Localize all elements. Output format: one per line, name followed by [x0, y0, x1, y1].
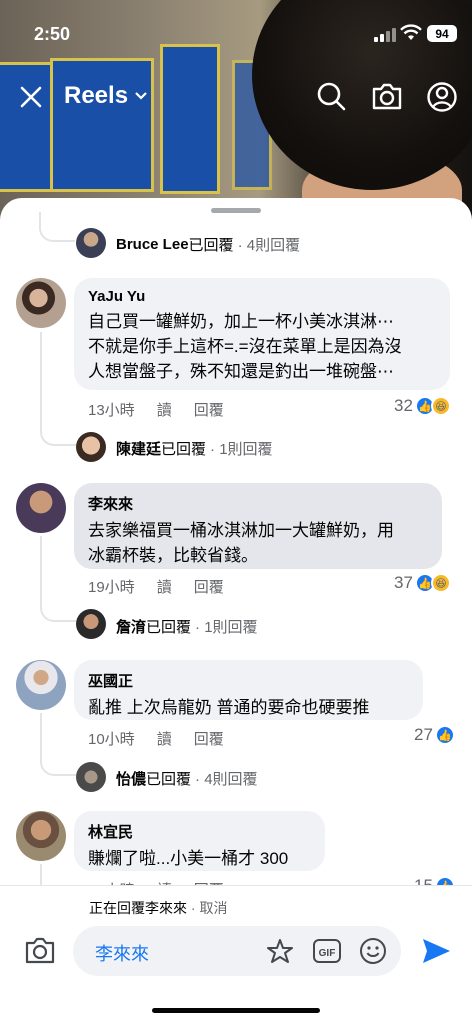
reply-action: 已回覆 — [161, 441, 207, 458]
reels-header: Reels — [0, 76, 472, 118]
battery-indicator: 94 — [427, 25, 457, 42]
status-bar: 2:50 94 — [0, 0, 472, 60]
avatar[interactable] — [76, 228, 106, 258]
reaction-count[interactable]: 37 👍 😆 — [394, 573, 451, 593]
comment-meta: 10小時 讀 回覆 — [88, 728, 224, 749]
reply-button[interactable]: 回覆 — [194, 399, 224, 420]
chevron-down-icon — [135, 92, 147, 100]
camera-icon[interactable] — [24, 936, 56, 966]
reply-action: 已回覆 — [146, 771, 192, 788]
reply-action: 已回覆 — [146, 619, 192, 636]
sheet-drag-handle[interactable] — [211, 208, 261, 213]
cancel-reply-button[interactable]: · 取消 — [191, 900, 228, 916]
reply-composer: 正在回覆李來來 · 取消 李來來 GIF — [0, 885, 472, 1024]
like-icon: 👍 — [434, 725, 455, 745]
comment-text: 賺爛了啦...小美一桶才 300 — [88, 846, 311, 871]
haha-icon: 😆 — [430, 573, 451, 593]
reaction-number: 32 — [394, 396, 413, 415]
read-button[interactable]: 讀 — [157, 399, 172, 420]
comment-meta: 19小時 讀 回覆 — [88, 576, 224, 597]
reply-count: · 1則回覆 — [195, 619, 258, 636]
status-time: 2:50 — [34, 24, 71, 44]
replying-indicator: 正在回覆李來來 · 取消 — [89, 898, 227, 918]
avatar[interactable] — [16, 660, 66, 710]
reaction-number: 27 — [414, 725, 433, 744]
comment-text: 亂推 上次烏龍奶 普通的要命也硬要推 — [88, 695, 409, 720]
thread-connector — [39, 212, 75, 242]
reels-title-dropdown[interactable]: Reels — [64, 82, 148, 110]
page-title: Reels — [64, 82, 129, 109]
reaction-number: 37 — [394, 573, 413, 592]
reply-count: · 1則回覆 — [210, 441, 273, 458]
reply-count: · 4則回覆 — [195, 771, 258, 788]
comment-bubble[interactable]: 林宜民 賺爛了啦...小美一桶才 300 — [74, 811, 325, 871]
comment-line: 不就是你手上這杯=.=沒在菜單上是因為沒 — [88, 337, 402, 356]
thread-line — [40, 536, 42, 596]
signal-icon — [374, 28, 396, 42]
send-icon[interactable] — [420, 936, 452, 966]
thread-connector — [40, 748, 76, 776]
reply-count: · 4則回覆 — [237, 237, 301, 254]
read-button[interactable]: 讀 — [157, 728, 172, 749]
comment-line: 亂推 上次烏龍奶 普通的要命也硬要推 — [88, 698, 370, 717]
avatar[interactable] — [16, 278, 66, 328]
read-button[interactable]: 讀 — [157, 576, 172, 597]
reply-action: 已回覆 — [188, 237, 234, 254]
comment-line: 賺爛了啦...小美一桶才 300 — [88, 849, 289, 868]
view-replies-link[interactable]: 怡儂 已回覆 · 4則回覆 — [116, 768, 258, 789]
avatar[interactable] — [76, 432, 106, 462]
comment-input[interactable]: 李來來 GIF — [73, 926, 401, 976]
wifi-icon — [400, 24, 422, 40]
replying-to-label: 正在回覆李來來 — [89, 900, 187, 916]
reply-author: Bruce Lee — [116, 236, 189, 253]
comment-time: 10小時 — [88, 731, 135, 748]
view-replies-link[interactable]: Bruce Lee 已回覆 · 4則回覆 — [116, 234, 300, 255]
reaction-count[interactable]: 27 👍 — [414, 725, 455, 745]
comment-author[interactable]: 李來來 — [88, 493, 428, 514]
comment-bubble[interactable]: 巫國正 亂推 上次烏龍奶 普通的要命也硬要推 — [74, 660, 423, 720]
comment-input-value: 李來來 — [95, 944, 149, 964]
home-indicator — [152, 1008, 320, 1013]
comment-bubble-selected[interactable]: 李來來 去家樂福買一桶冰淇淋加一大罐鮮奶，用 冰霸杯裝，比較省錢。 — [74, 483, 442, 569]
reply-button[interactable]: 回覆 — [194, 728, 224, 749]
reply-author: 詹淯 — [116, 619, 147, 636]
view-replies-link[interactable]: 陳建廷 已回覆 · 1則回覆 — [116, 438, 273, 459]
comment-author[interactable]: 巫國正 — [88, 670, 409, 691]
comment-time: 19小時 — [88, 579, 135, 596]
search-icon[interactable] — [316, 80, 346, 114]
camera-icon[interactable] — [371, 80, 403, 114]
svg-text:GIF: GIF — [319, 948, 336, 959]
avatar[interactable] — [16, 811, 66, 861]
comment-line: 冰霸杯裝，比較省錢。 — [88, 546, 258, 565]
thread-connector — [40, 594, 76, 622]
comment-text: 自己買一罐鮮奶，加上一杯小美冰淇淋⋯ 不就是你手上這杯=.=沒在菜單上是因為沒 … — [88, 309, 436, 384]
reply-author: 陳建廷 — [116, 441, 162, 458]
comment-time: 13小時 — [88, 402, 135, 419]
comment-meta: 13小時 讀 回覆 — [88, 399, 224, 420]
comment-author[interactable]: 林宜民 — [88, 821, 311, 842]
profile-icon[interactable] — [426, 80, 458, 114]
reply-button[interactable]: 回覆 — [194, 576, 224, 597]
emoji-icon[interactable] — [358, 936, 388, 966]
avatar[interactable] — [16, 483, 66, 533]
avatar[interactable] — [76, 609, 106, 639]
reply-author: 怡儂 — [116, 771, 147, 788]
gif-icon[interactable]: GIF — [312, 937, 342, 965]
comment-line: 人想當盤子，殊不知還是釣出一堆碗盤⋯ — [88, 362, 394, 381]
thread-line — [40, 713, 42, 753]
reaction-count[interactable]: 32 👍 😆 — [394, 396, 451, 416]
comment-author[interactable]: YaJu Yu — [88, 288, 436, 305]
thread-line — [40, 332, 42, 418]
comment-line: 去家樂福買一桶冰淇淋加一大罐鮮奶，用 — [88, 521, 394, 540]
departure-board — [160, 44, 220, 194]
sticker-icon[interactable] — [265, 937, 295, 965]
comment-text: 去家樂福買一桶冰淇淋加一大罐鮮奶，用 冰霸杯裝，比較省錢。 — [88, 518, 428, 568]
avatar[interactable] — [76, 762, 106, 792]
haha-icon: 😆 — [430, 396, 451, 416]
comment-line: 自己買一罐鮮奶，加上一杯小美冰淇淋⋯ — [88, 312, 394, 331]
close-icon[interactable] — [18, 80, 44, 116]
comment-bubble[interactable]: YaJu Yu 自己買一罐鮮奶，加上一杯小美冰淇淋⋯ 不就是你手上這杯=.=沒在… — [74, 278, 450, 390]
thread-connector — [40, 418, 76, 446]
view-replies-link[interactable]: 詹淯 已回覆 · 1則回覆 — [116, 616, 258, 637]
